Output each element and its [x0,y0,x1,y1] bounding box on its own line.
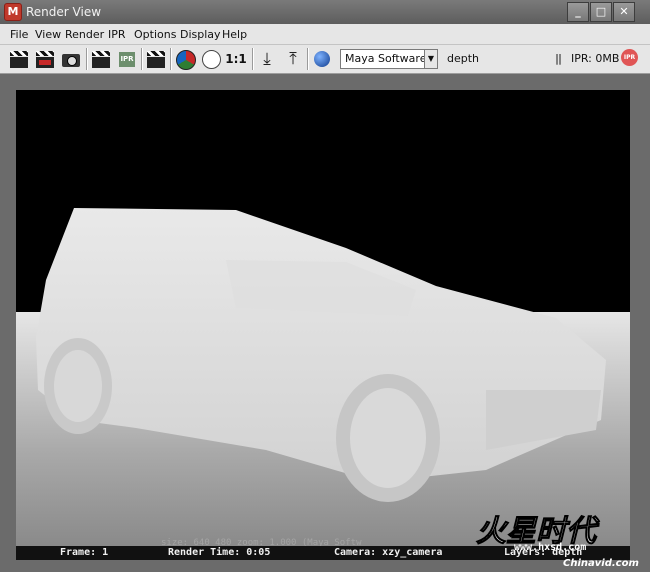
frame-readout: Frame: 1 [60,547,109,558]
menu-ipr[interactable]: IPR [108,28,126,41]
render-layer-label: depth [447,52,480,65]
renderer-value: Maya Software [345,52,427,65]
snapshot-camera-icon[interactable] [60,48,82,70]
menu-options[interactable]: Options [134,28,176,41]
keep-image-icon[interactable]: ⤓ [256,48,278,70]
camera-readout: Camera: xzy_camera [334,547,443,558]
title-bar: M Render View _ □ ✕ [0,0,650,24]
render-time-readout: Render Time: 0:05 [168,547,271,558]
redo-render-clapper-icon[interactable] [8,48,30,70]
ipr-status-icon[interactable]: IPR [621,49,638,66]
menu-view[interactable]: View [35,28,61,41]
rendered-image: size: 640 480 zoom: 1.000 (Maya Softw [16,90,630,546]
menu-display[interactable]: Display [180,28,221,41]
window-title: Render View [26,5,102,19]
ipr-memory-readout: IPR: 0MB [571,52,620,65]
render-snapshot-icon[interactable] [311,48,333,70]
pause-ipr-icon[interactable]: || [555,52,562,65]
menu-bar: File View Render IPR Options Display Hel… [0,24,650,45]
remove-image-icon[interactable]: ⤒ [282,48,304,70]
ipr-render-clapper-icon[interactable] [90,48,112,70]
window-bottom-edge [0,560,650,572]
render-viewport: size: 640 480 zoom: 1.000 (Maya Softw [0,74,650,546]
maximize-button[interactable]: □ [590,2,612,22]
render-info-overlay: size: 640 480 zoom: 1.000 (Maya Softw [161,538,362,546]
real-size-button[interactable]: 1:1 [225,48,247,70]
menu-file[interactable]: File [10,28,28,41]
render-region-clapper-icon[interactable] [34,48,56,70]
close-button[interactable]: ✕ [613,2,635,22]
chevron-down-icon[interactable]: ▼ [424,50,437,68]
menu-help[interactable]: Help [222,28,247,41]
watermark-url: www.hxsd.com [514,542,587,553]
menu-render[interactable]: Render [65,28,104,41]
minimize-button[interactable]: _ [567,2,589,22]
alpha-channel-icon[interactable] [200,48,222,70]
renderer-dropdown[interactable]: Maya Software ▼ [340,49,438,69]
ipr-refresh-icon[interactable]: IPR [116,48,138,70]
render-settings-clapper-icon[interactable] [145,48,167,70]
maya-app-icon[interactable]: M [4,3,22,21]
watermark-site: Chinavid.com [563,558,639,569]
car-depth-silhouette [36,208,606,502]
rgb-channels-icon[interactable] [174,48,196,70]
toolbar: IPR 1:1 ⤓ ⤒ Maya Software ▼ depth || IPR… [0,45,650,74]
